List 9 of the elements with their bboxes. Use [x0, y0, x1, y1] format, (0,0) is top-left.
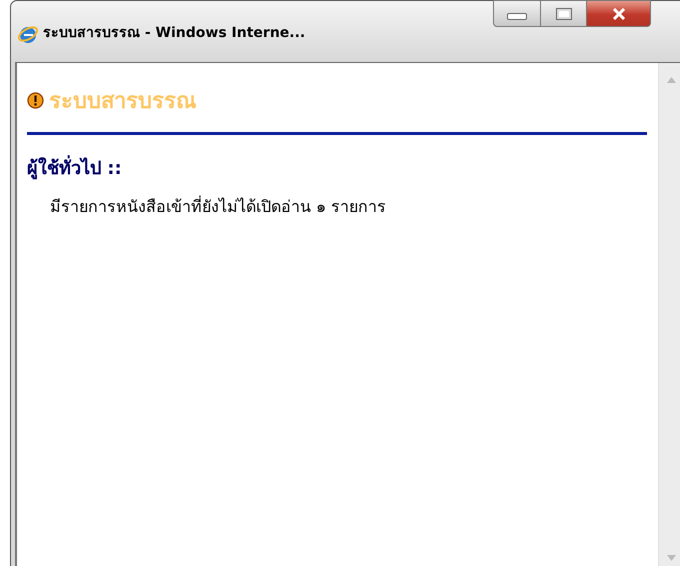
minimize-button[interactable] [493, 0, 541, 27]
maximize-button[interactable] [541, 0, 587, 27]
warning-icon [27, 92, 44, 109]
window-title: ระบบสารบรรณ - Windows Interne... [43, 24, 306, 43]
section-title: ผู้ใช้ทั่วไป :: [27, 153, 647, 182]
close-button[interactable] [587, 0, 651, 27]
close-icon [612, 8, 626, 20]
page-heading: ระบบสารบรรณ [49, 87, 196, 115]
notification-message: มีรายการหนังสือเข้าที่ยังไม่ได้เปิดอ่าน ๑ รายการ [50, 194, 388, 218]
